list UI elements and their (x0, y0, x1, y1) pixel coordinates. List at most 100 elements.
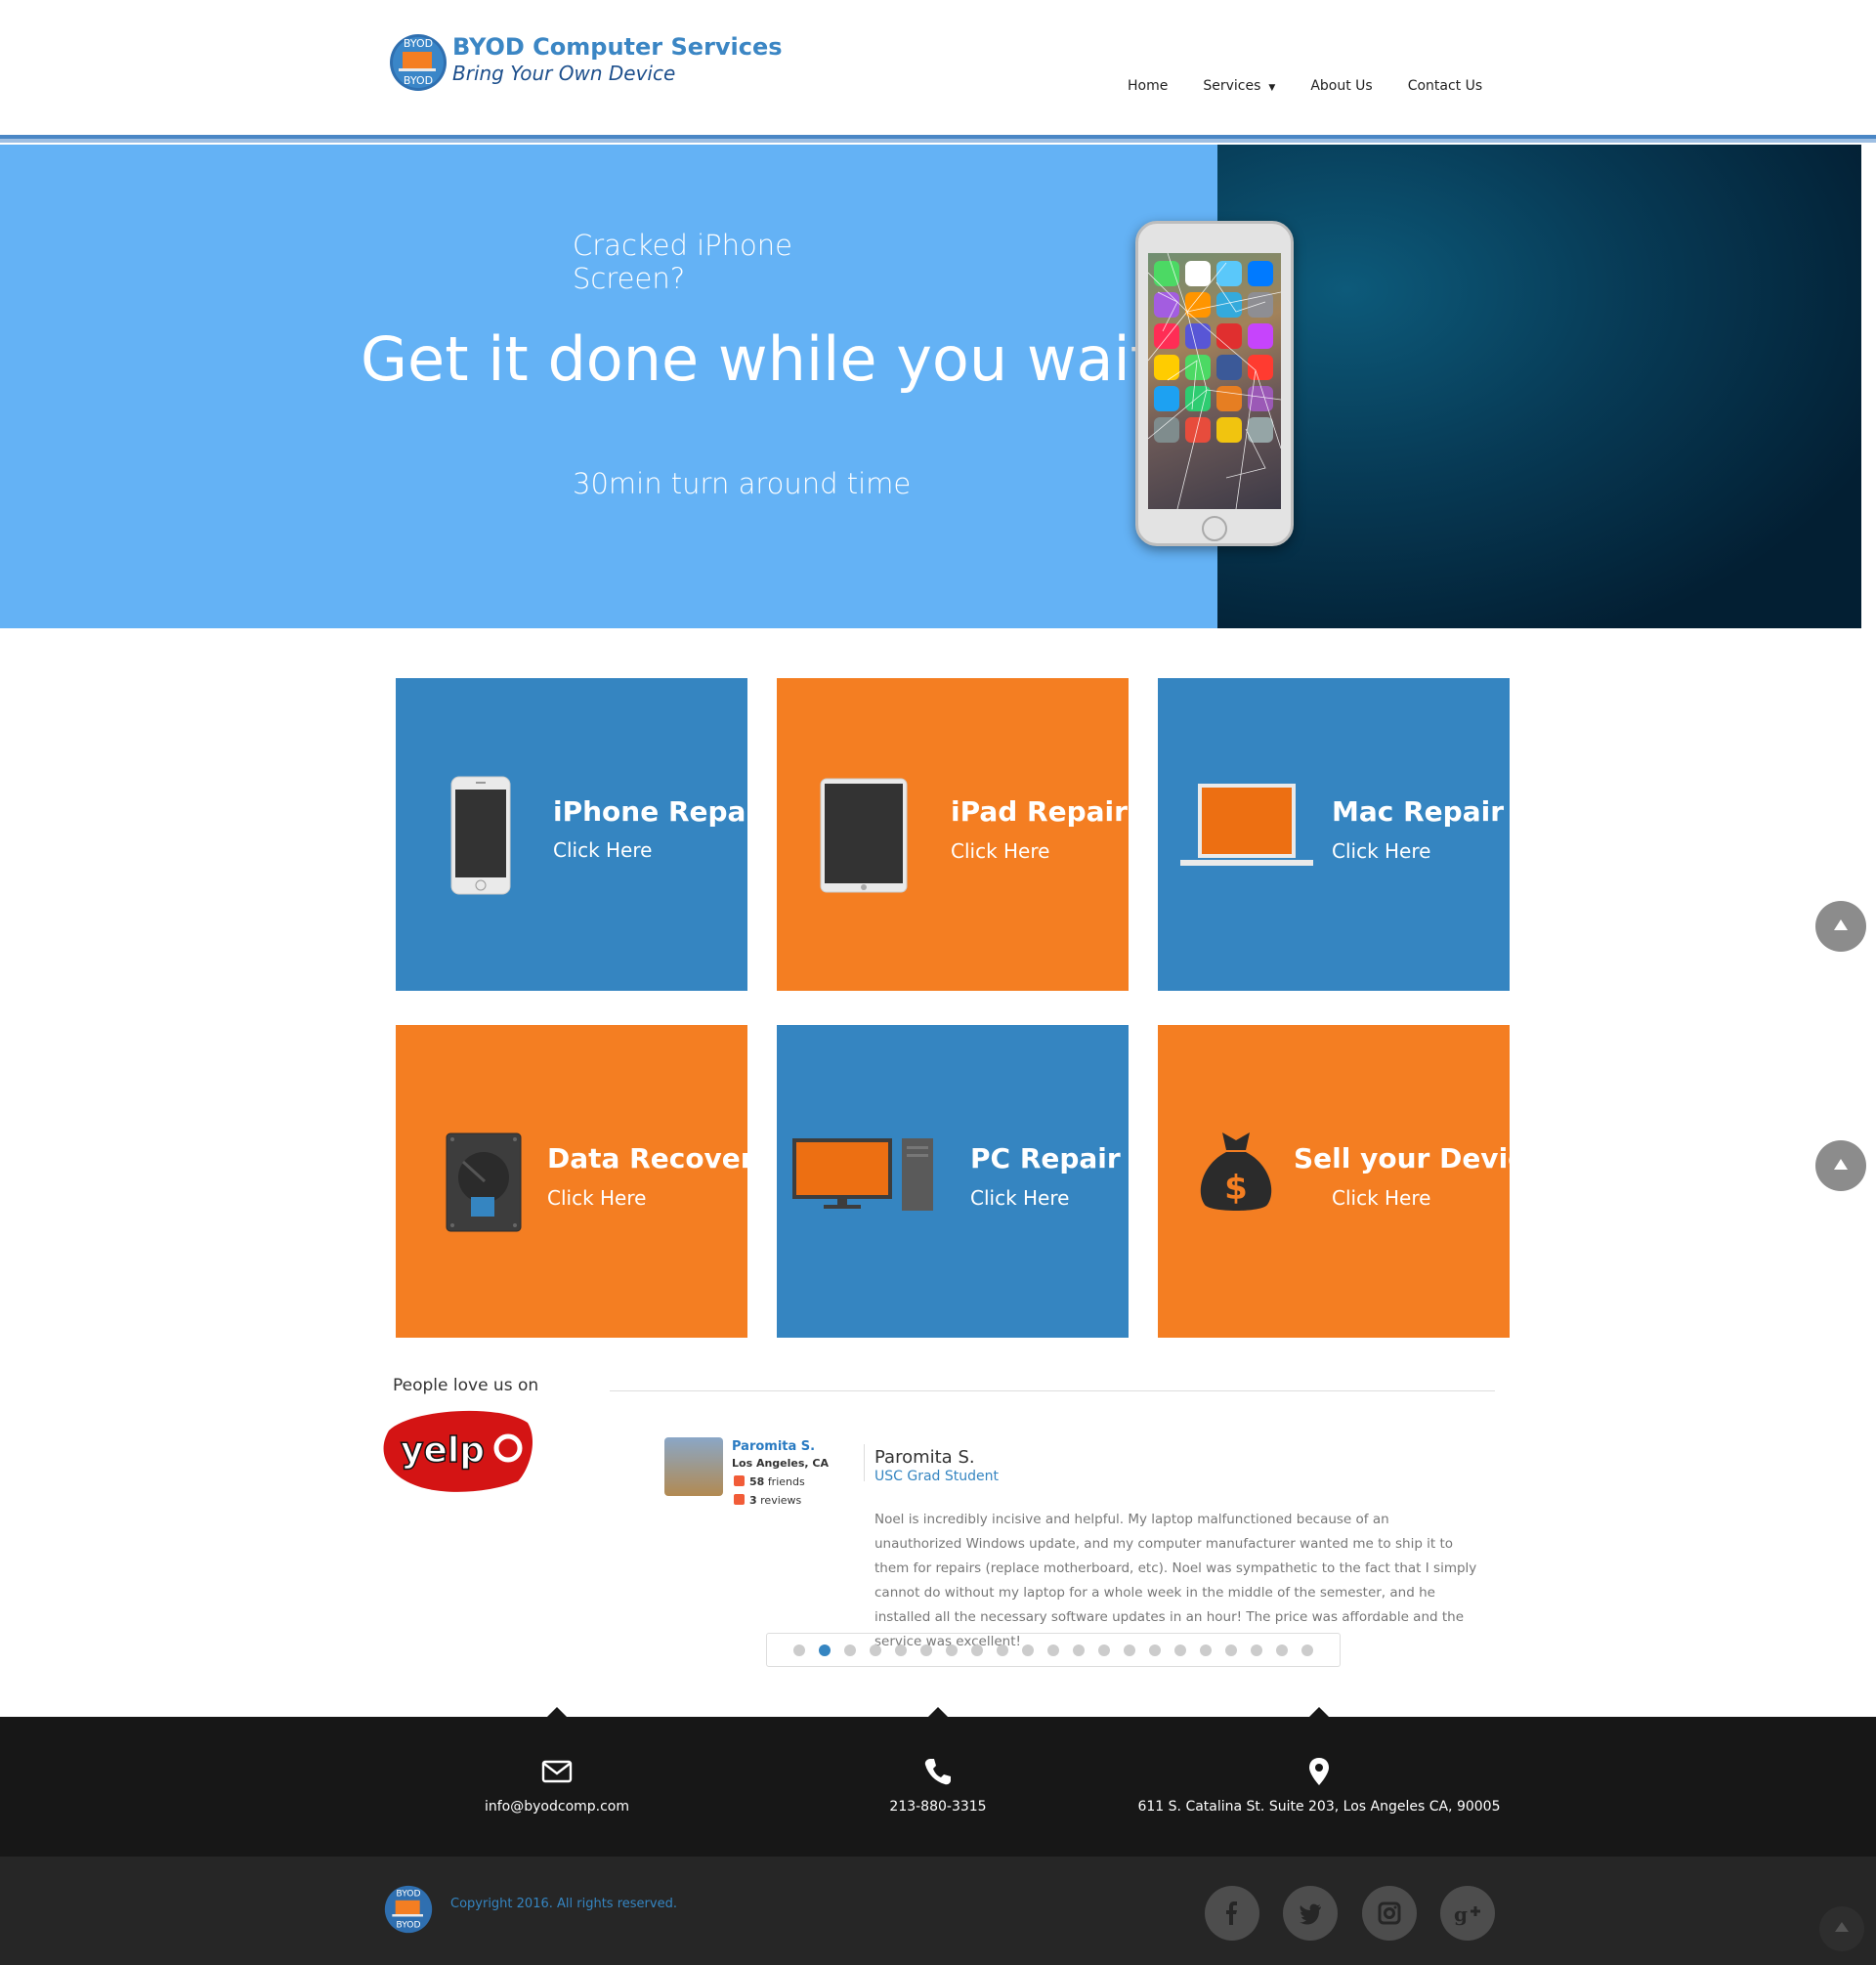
carousel-dot[interactable] (971, 1644, 983, 1656)
copyright-text: Copyright 2016. All rights reserved. (450, 1897, 677, 1911)
notch (547, 1707, 567, 1717)
svg-text:g: g (1454, 1902, 1468, 1926)
yelp-logo[interactable]: yelp (381, 1403, 537, 1495)
contact-phone[interactable]: 213-880-3315 (840, 1799, 1036, 1815)
carousel-dot[interactable] (1124, 1644, 1135, 1656)
tile-sell-device[interactable]: $ Sell your Device Click Here (1158, 1025, 1543, 1338)
ipad-icon (820, 778, 908, 893)
contact-email[interactable]: info@byodcomp.com (459, 1799, 655, 1815)
carousel-dot[interactable] (1073, 1644, 1085, 1656)
tile-title: PC Repair (970, 1142, 1121, 1175)
tile-link[interactable]: Click Here (553, 838, 652, 862)
tile-link[interactable]: Click Here (951, 839, 1049, 863)
scroll-to-top-button[interactable] (1815, 1140, 1866, 1191)
hero-footer-text: 30min turn around time (573, 467, 912, 500)
google-plus-button[interactable]: g (1440, 1886, 1495, 1941)
tile-mac-repair[interactable]: Mac Repair Click Here (1158, 678, 1510, 991)
hard-drive-icon (446, 1132, 522, 1232)
svg-text:BYOD: BYOD (404, 74, 433, 87)
arrow-up-icon (1835, 1922, 1849, 1932)
carousel-dot[interactable] (1174, 1644, 1186, 1656)
tile-title: Data Recovery (547, 1142, 772, 1175)
carousel-dot[interactable] (895, 1644, 907, 1656)
carousel-pagination (766, 1633, 1341, 1667)
screen-crack-lines (1148, 253, 1281, 509)
carousel-dot[interactable] (793, 1644, 805, 1656)
map-pin-icon (1309, 1758, 1329, 1785)
reviewer-avatar (664, 1437, 723, 1496)
iphone-icon (450, 776, 511, 895)
contact-address[interactable]: 611 S. Catalina St. Suite 203, Los Angel… (1124, 1799, 1514, 1815)
svg-text:yelp: yelp (401, 1431, 485, 1471)
footer-logo[interactable]: BYOD BYOD (384, 1885, 433, 1934)
phone-screen (1148, 253, 1281, 509)
carousel-dot[interactable] (1301, 1644, 1313, 1656)
nav-home[interactable]: Home (1128, 78, 1168, 94)
main-nav: Home Services ▼ About Us Contact Us (1128, 78, 1517, 94)
nav-services-label: Services (1203, 78, 1261, 94)
tile-link[interactable]: Click Here (1332, 839, 1430, 863)
star-icon (734, 1494, 745, 1505)
carousel-dot[interactable] (946, 1644, 958, 1656)
scroll-to-top-button[interactable] (1815, 901, 1866, 952)
instagram-icon (1378, 1901, 1401, 1925)
tile-link[interactable]: Click Here (970, 1186, 1069, 1210)
friends-icon (734, 1475, 745, 1486)
testimonial-author: Paromita S. (874, 1447, 975, 1468)
carousel-dot[interactable] (1251, 1644, 1262, 1656)
carousel-dot[interactable] (997, 1644, 1008, 1656)
tile-pc-repair[interactable]: PC Repair Click Here (777, 1025, 1129, 1338)
carousel-dot[interactable] (1225, 1644, 1237, 1656)
carousel-dot[interactable] (870, 1644, 881, 1656)
nav-contact[interactable]: Contact Us (1408, 78, 1482, 94)
review-separator (864, 1444, 865, 1481)
twitter-button[interactable] (1283, 1886, 1338, 1941)
notch (928, 1707, 948, 1717)
money-bag-icon: $ (1200, 1132, 1272, 1211)
tile-iphone-repair[interactable]: iPhone Repair Click Here (396, 678, 769, 991)
carousel-dot[interactable] (1022, 1644, 1034, 1656)
carousel-dot[interactable] (1047, 1644, 1059, 1656)
testimonial-divider (610, 1390, 1495, 1391)
carousel-dot[interactable] (1098, 1644, 1110, 1656)
nav-services[interactable]: Services ▼ (1203, 78, 1275, 94)
facebook-button[interactable] (1205, 1886, 1259, 1941)
carousel-dot[interactable] (1200, 1644, 1212, 1656)
svg-text:BYOD: BYOD (404, 37, 433, 50)
google-plus-icon: g (1454, 1902, 1480, 1926)
carousel-dot[interactable] (1149, 1644, 1161, 1656)
tile-link[interactable]: Click Here (547, 1186, 646, 1210)
tile-title: Mac Repair (1332, 795, 1504, 828)
tile-title: iPad Repair (951, 795, 1128, 828)
nav-about[interactable]: About Us (1310, 78, 1372, 94)
brand-name[interactable]: BYOD Computer Services (452, 33, 783, 61)
page: BYOD BYOD BYOD Computer Services Bring Y… (0, 0, 1876, 1965)
arrow-up-icon (1834, 919, 1848, 930)
byod-logo[interactable]: BYOD BYOD (389, 33, 448, 92)
footer-scroll-top-button[interactable] (1819, 1906, 1864, 1951)
reviewer-city: Los Angeles, CA (732, 1457, 829, 1470)
brand-tagline: Bring Your Own Device (452, 62, 676, 85)
hero-subtitle: Cracked iPhone Screen? (573, 229, 793, 295)
carousel-dot[interactable] (1276, 1644, 1288, 1656)
header-divider (0, 135, 1876, 143)
caret-down-icon: ▼ (1268, 83, 1276, 93)
tile-ipad-repair[interactable]: iPad Repair Click Here (777, 678, 1129, 991)
instagram-button[interactable] (1362, 1886, 1417, 1941)
site-header: BYOD BYOD BYOD Computer Services Bring Y… (0, 0, 1876, 137)
reviewer-card-name[interactable]: Paromita S. (732, 1439, 815, 1454)
svg-text:BYOD: BYOD (396, 1889, 420, 1900)
arrow-up-icon (1834, 1159, 1848, 1170)
phone-icon (924, 1759, 951, 1785)
carousel-dot[interactable] (844, 1644, 856, 1656)
carousel-dot[interactable] (920, 1644, 932, 1656)
tile-title: iPhone Repair (553, 795, 769, 828)
hero-dark-panel (1217, 145, 1861, 628)
desktop-pc-icon (792, 1138, 933, 1211)
laptop-icon (1180, 784, 1313, 866)
tile-data-recovery[interactable]: Data Recovery Click Here (396, 1025, 772, 1338)
tile-link[interactable]: Click Here (1332, 1186, 1430, 1210)
friends-count: 58 (749, 1475, 765, 1488)
carousel-dot[interactable] (819, 1644, 831, 1656)
site-footer: BYOD BYOD Copyright 2016. All rights res… (0, 1857, 1876, 1965)
